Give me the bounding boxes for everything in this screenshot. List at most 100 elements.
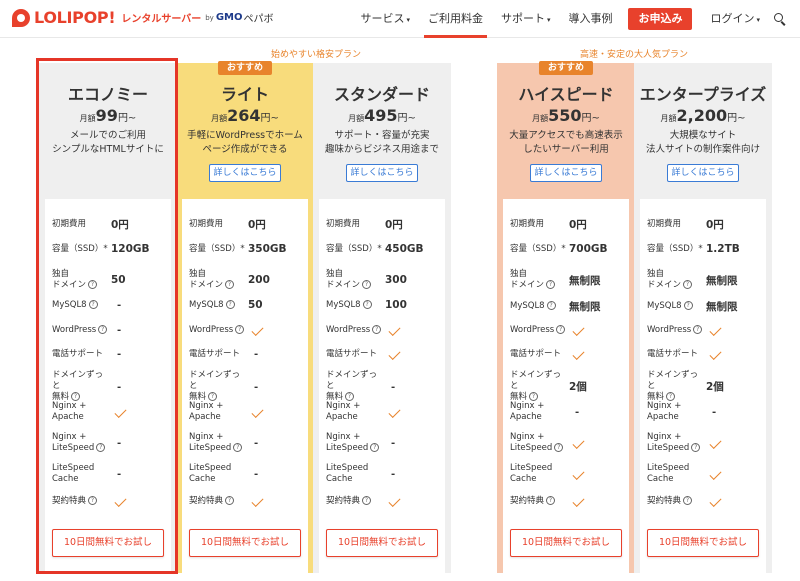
feature-row-wordpress: WordPress? bbox=[319, 323, 445, 337]
feature-label: 電話サポート bbox=[52, 348, 104, 359]
main-nav: サービス ▾ ご利用料金 サポート ▾ 導入事例 お申込み ログイン ▾ bbox=[342, 0, 786, 38]
help-icon[interactable]: ? bbox=[88, 299, 98, 309]
help-icon[interactable]: ? bbox=[546, 495, 556, 505]
price-prefix: 月額 bbox=[348, 114, 365, 123]
help-icon[interactable]: ? bbox=[554, 443, 564, 452]
feature-label: Nginx + Apache bbox=[326, 401, 361, 422]
logo-subtitle: レンタルサーバー bbox=[121, 14, 202, 25]
free-trial-button[interactable]: 10日間無料でお試し bbox=[189, 529, 301, 557]
feature-value: 無制限 bbox=[706, 274, 738, 287]
plan-details-button[interactable]: 詳しくはこちら bbox=[346, 164, 418, 182]
plan-details-button[interactable]: 詳しくはこちら bbox=[209, 164, 281, 182]
feature-label: WordPress? bbox=[182, 324, 248, 336]
feature-value-cell: 無制限 bbox=[569, 299, 629, 314]
help-icon[interactable]: ? bbox=[225, 495, 235, 505]
feature-row-benefit: 契約特典? bbox=[640, 494, 766, 508]
help-icon[interactable]: ? bbox=[556, 324, 566, 334]
feature-value-cell: 0円 bbox=[111, 217, 171, 232]
help-icon[interactable]: ? bbox=[233, 443, 243, 452]
help-icon[interactable]: ? bbox=[683, 495, 693, 505]
help-icon[interactable]: ? bbox=[683, 301, 693, 310]
plan-details-button[interactable]: 詳しくはこちら bbox=[667, 164, 739, 182]
help-icon[interactable]: ? bbox=[691, 443, 701, 452]
help-icon[interactable]: ? bbox=[235, 324, 245, 334]
feature-label: Nginx + LiteSpeed? bbox=[319, 432, 385, 454]
feature-label: Nginx + Apache bbox=[510, 401, 545, 422]
help-icon[interactable]: ? bbox=[71, 392, 81, 401]
check-icon bbox=[572, 494, 585, 508]
unavailable-dash: - bbox=[575, 407, 580, 418]
apply-button[interactable]: お申込み bbox=[628, 8, 693, 30]
feature-label: 独自 ドメイン? bbox=[182, 269, 248, 291]
feature-label: 契約特典? bbox=[182, 495, 248, 507]
unavailable-dash: - bbox=[391, 438, 396, 449]
feature-label: MySQL8? bbox=[319, 299, 385, 311]
free-trial-button[interactable]: 10日間無料でお試し bbox=[326, 529, 438, 557]
feature-label: 容量（SSD）* bbox=[189, 243, 245, 254]
plan-name: エコノミー bbox=[67, 85, 148, 104]
nav-item-login[interactable]: ログイン ▾ bbox=[710, 0, 760, 38]
help-icon[interactable]: ? bbox=[225, 299, 235, 309]
feature-value-cell bbox=[385, 347, 445, 361]
check-icon bbox=[572, 323, 585, 337]
help-icon[interactable]: ? bbox=[208, 392, 218, 401]
feature-value-cell bbox=[248, 494, 308, 508]
help-icon[interactable]: ? bbox=[345, 392, 355, 401]
help-icon[interactable]: ? bbox=[546, 280, 556, 289]
feature-label: ドメインずっと 無料? bbox=[647, 370, 699, 402]
help-icon[interactable]: ? bbox=[98, 324, 108, 334]
unavailable-dash: - bbox=[254, 349, 259, 360]
help-icon[interactable]: ? bbox=[96, 443, 106, 452]
help-icon[interactable]: ? bbox=[683, 280, 693, 289]
feature-value: 2個 bbox=[569, 381, 587, 393]
feature-label: ドメインずっと 無料? bbox=[189, 370, 241, 402]
search-icon[interactable] bbox=[774, 13, 786, 25]
check-icon bbox=[251, 323, 264, 337]
plan-price: 月額99円~ bbox=[39, 106, 177, 125]
feature-value-cell: 200 bbox=[248, 274, 308, 286]
plan-description: 大量アクセスでも高速表示 したいサーバー利用 bbox=[509, 130, 623, 155]
feature-label: LiteSpeed Cache bbox=[326, 463, 369, 484]
feature-value-cell: 無制限 bbox=[706, 299, 766, 314]
feature-row-initial: 初期費用 0円 bbox=[182, 217, 308, 232]
unavailable-dash: - bbox=[117, 349, 122, 360]
help-icon[interactable]: ? bbox=[362, 280, 372, 289]
free-trial-button[interactable]: 10日間無料でお試し bbox=[52, 529, 164, 557]
nav-item-service[interactable]: サービス ▾ bbox=[360, 0, 410, 38]
lolipop-logo[interactable]: LOLIPOP! レンタルサーバー by GMO ペパボ bbox=[12, 8, 274, 27]
feature-label: 契約特典? bbox=[45, 495, 111, 507]
help-icon[interactable]: ? bbox=[693, 324, 703, 334]
help-icon[interactable]: ? bbox=[370, 443, 380, 452]
feature-label: 容量（SSD）* bbox=[647, 243, 703, 254]
feature-value-cell bbox=[569, 347, 629, 361]
feature-label: Nginx + LiteSpeed? bbox=[503, 432, 569, 454]
feature-value-cell: - bbox=[111, 468, 171, 480]
help-icon[interactable]: ? bbox=[362, 495, 372, 505]
nav-item-support[interactable]: サポート ▾ bbox=[501, 0, 551, 38]
help-icon[interactable]: ? bbox=[88, 280, 98, 289]
help-icon[interactable]: ? bbox=[372, 324, 382, 334]
feature-value-cell bbox=[569, 323, 629, 337]
feature-row-domain-free: ドメインずっと 無料? - bbox=[319, 370, 445, 403]
unavailable-dash: - bbox=[391, 469, 396, 480]
nav-item-pricing[interactable]: ご利用料金 bbox=[423, 0, 487, 38]
feature-row-phone: 電話サポート bbox=[319, 347, 445, 361]
free-trial-button[interactable]: 10日間無料でお試し bbox=[647, 529, 759, 557]
feature-row-phone: 電話サポート - bbox=[45, 348, 171, 361]
feature-label: WordPress? bbox=[503, 324, 569, 336]
help-icon[interactable]: ? bbox=[546, 301, 556, 310]
nav-item-cases[interactable]: 導入事例 bbox=[568, 0, 612, 38]
free-trial-button[interactable]: 10日間無料でお試し bbox=[510, 529, 622, 557]
price-value: 495 bbox=[364, 106, 398, 125]
help-icon[interactable]: ? bbox=[225, 280, 235, 289]
feature-row-nginx-apache: Nginx + Apache - bbox=[503, 401, 629, 423]
help-icon[interactable]: ? bbox=[362, 299, 372, 309]
feature-value-cell: - bbox=[385, 381, 445, 393]
pepabo-logo: ペパボ bbox=[243, 14, 274, 25]
plan-details-button[interactable]: 詳しくはこちら bbox=[530, 164, 602, 182]
help-icon[interactable]: ? bbox=[88, 495, 98, 505]
feature-row-capacity: 容量（SSD）* 1.2TB bbox=[640, 243, 766, 255]
feature-value: 0円 bbox=[706, 219, 724, 231]
help-icon[interactable]: ? bbox=[666, 392, 676, 401]
help-icon[interactable]: ? bbox=[529, 392, 539, 401]
